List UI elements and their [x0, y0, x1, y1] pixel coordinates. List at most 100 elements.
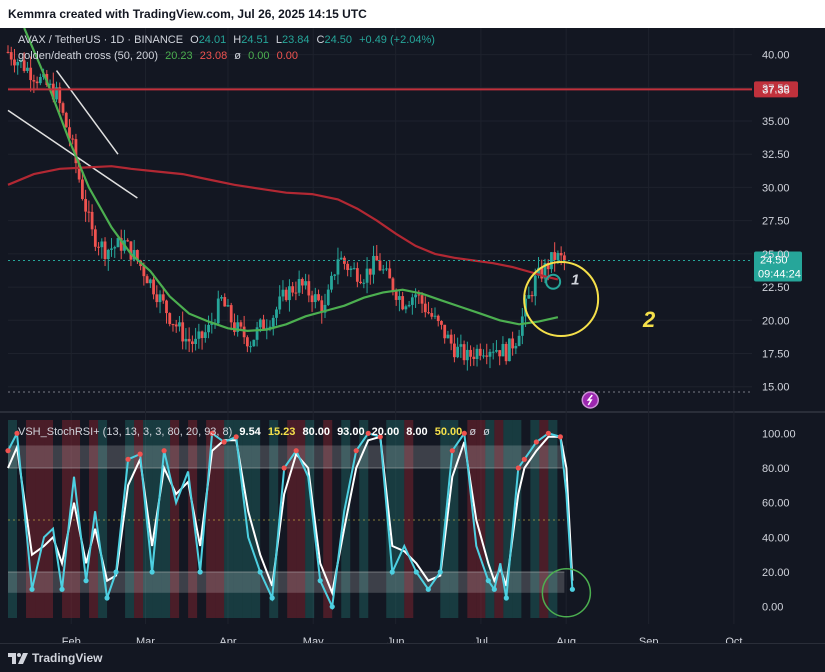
candle-body — [404, 306, 408, 310]
stoch-cross-dot — [437, 569, 443, 575]
candle-body — [190, 341, 194, 344]
candle-body — [504, 343, 508, 362]
candle-body — [6, 51, 10, 53]
legend-rsi-v7: 50.00 — [434, 426, 463, 438]
legend-rsi-v8: ø — [469, 426, 477, 438]
annotation-label-1: 1 — [571, 271, 579, 288]
legend-rsi-v3: 80.00 — [302, 426, 330, 438]
candle-body — [491, 351, 495, 353]
candle-body — [436, 315, 440, 322]
candle-body — [249, 346, 253, 348]
candle-body — [38, 76, 42, 84]
rsi-tick-label: 0.00 — [762, 602, 783, 614]
rsi-tick-label: 100.00 — [762, 428, 796, 440]
stoch-cross-dot — [485, 578, 491, 584]
ma200-line — [7, 165, 559, 281]
candle-body — [64, 112, 68, 128]
price-tick-label: 22.50 — [762, 282, 790, 294]
candle-body — [245, 337, 249, 347]
stoch-cross-dot — [503, 595, 509, 601]
stoch-cross-dot — [293, 448, 299, 454]
legend-ma-v4: 0.00 — [276, 50, 298, 62]
stoch-cross-dot — [149, 569, 155, 575]
candle-body — [488, 351, 492, 357]
candle-body — [310, 295, 314, 303]
candle-body — [126, 240, 130, 242]
candle-body — [216, 298, 220, 324]
candle-body — [103, 241, 107, 260]
candle-body — [398, 296, 401, 300]
stoch-cross-dot — [29, 586, 35, 592]
candle-body — [288, 286, 291, 301]
candle-body — [155, 294, 159, 303]
legend-main: AVAX / TetherUS · 1D · BINANCE O24.01 H2… — [18, 34, 439, 46]
candle-body — [152, 279, 155, 295]
candle-body — [297, 279, 301, 293]
indicator-lines: 37.3824.5009:44:2412 — [7, 28, 802, 409]
candle-body — [223, 297, 227, 307]
candle-body — [300, 279, 304, 286]
time-tick-label: May — [303, 636, 324, 643]
candle-body — [220, 297, 223, 299]
candle-body — [275, 309, 278, 318]
candle-body — [242, 326, 246, 338]
legend-high: 24.51 — [241, 34, 269, 46]
candle-body — [294, 292, 298, 294]
candle-body — [446, 334, 450, 339]
candle-body — [443, 324, 447, 339]
candle-body — [26, 67, 29, 71]
stoch-cross-dot — [83, 578, 89, 584]
stoch-cross-dot — [113, 569, 119, 575]
stoch-cross-dot — [545, 430, 551, 436]
time-tick-label: Oct — [725, 636, 742, 643]
candle-body — [148, 279, 152, 284]
candle-body — [355, 268, 359, 282]
candle-body — [414, 294, 417, 298]
candle-body — [517, 335, 521, 346]
candle-body — [9, 52, 13, 60]
stoch-cross-dot — [425, 586, 431, 592]
legend-open-label: O — [190, 34, 199, 46]
price-tick-label: 37.50 — [762, 83, 790, 95]
legend-rsi: VSH_StochRSI+ (13, 13, 3, 3, 80, 20, 93,… — [18, 426, 494, 438]
candle-body — [145, 276, 149, 284]
candle-body — [453, 343, 456, 358]
stoch-cross-dot — [353, 448, 359, 454]
candle-body — [407, 304, 411, 307]
candle-body — [187, 338, 191, 342]
stoch-cross-dot — [125, 456, 131, 462]
price-tick-label: 25.00 — [762, 249, 790, 261]
candle-body — [410, 297, 414, 305]
stoch-cross-dot — [221, 439, 227, 445]
stoch-cross-dot — [161, 448, 167, 454]
legend-rsi-v6: 8.00 — [406, 426, 428, 438]
candle-body — [110, 248, 113, 250]
candle-body — [482, 355, 485, 357]
candle-body — [498, 350, 502, 357]
candle-body — [388, 268, 392, 279]
candle-body — [459, 344, 463, 347]
candle-body — [113, 247, 117, 249]
price-tick-label: 32.50 — [762, 149, 790, 161]
footer-brand: TradingView — [32, 651, 103, 665]
candle-body — [378, 260, 382, 271]
candle-body — [16, 62, 20, 66]
candle-body — [271, 317, 275, 327]
candle-body — [168, 313, 172, 325]
chart-canvas[interactable]: 37.3824.5009:44:2412 40.0037.5035.0032.5… — [0, 28, 825, 643]
candle-body — [553, 252, 557, 260]
stoch-cross-dot — [413, 569, 419, 575]
candle-body — [258, 319, 262, 328]
candle-body — [71, 138, 75, 140]
candle-body — [478, 348, 482, 356]
legend-ma-v2: 23.08 — [199, 50, 228, 62]
candles — [6, 45, 566, 371]
legend-open: 24.01 — [198, 34, 227, 46]
candle-body — [35, 81, 39, 84]
candle-body — [207, 324, 210, 333]
candle-body — [550, 252, 553, 270]
candle-body — [527, 295, 531, 299]
candle-body — [262, 319, 265, 330]
candle-body — [129, 241, 133, 260]
rsi-tick-label: 80.00 — [762, 463, 790, 475]
